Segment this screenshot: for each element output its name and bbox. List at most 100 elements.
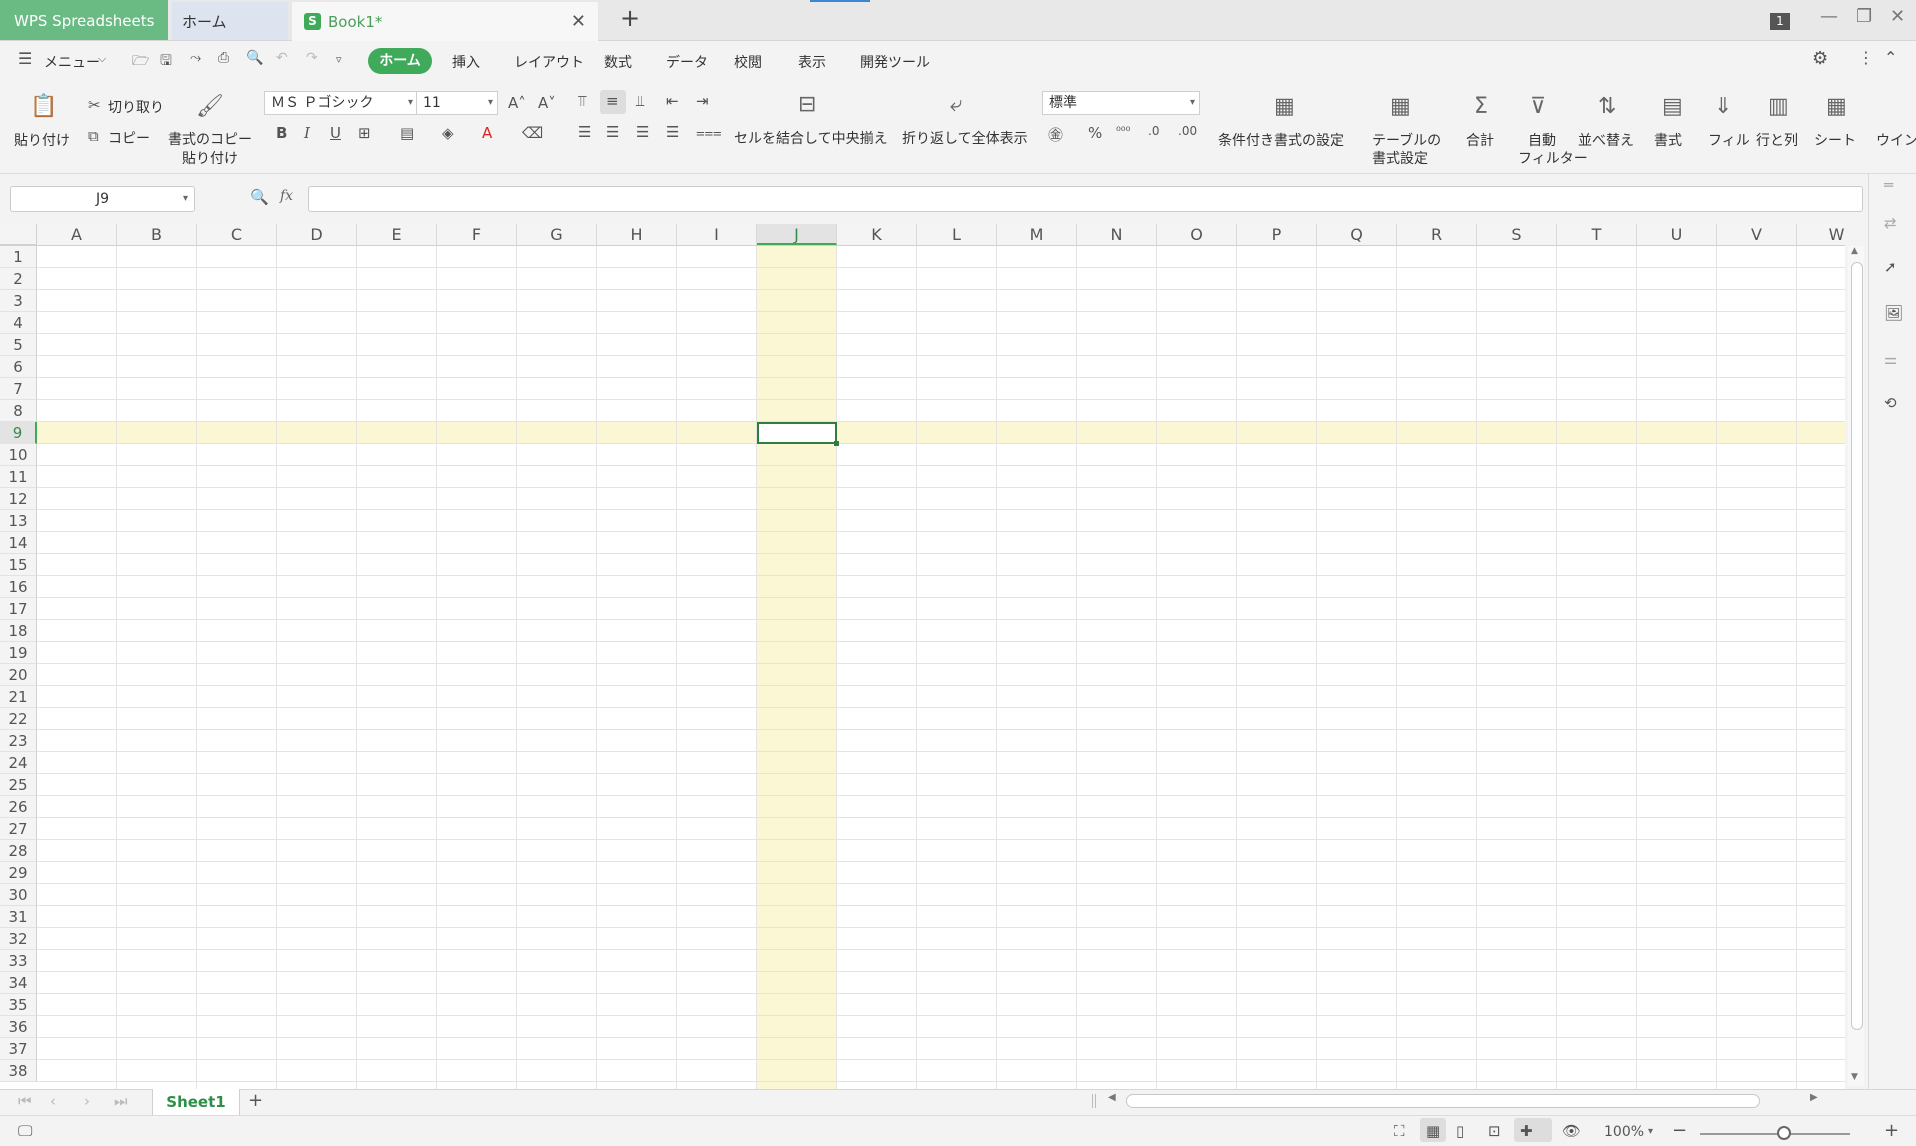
zoom-lookup-icon[interactable]: 🔍 [250, 188, 269, 206]
align-left-icon[interactable]: ☰ [578, 123, 591, 141]
tab-data[interactable]: データ [666, 52, 708, 72]
zoom-slider-knob[interactable] [1777, 1126, 1791, 1140]
select-all-corner[interactable] [0, 224, 37, 245]
horizontal-scroll-thumb[interactable] [1126, 1094, 1760, 1108]
autofilter-label-1[interactable]: 自動 [1528, 130, 1556, 150]
bold-icon[interactable]: B [276, 124, 287, 142]
font-size-combo[interactable]: 11 ▾ [416, 91, 498, 115]
app-tab[interactable]: WPS Spreadsheets [0, 0, 168, 40]
column-header-q[interactable]: Q [1317, 224, 1397, 245]
scroll-down-icon[interactable]: ▼ [1851, 1072, 1858, 1082]
zoom-out-icon[interactable]: − [1672, 1120, 1687, 1141]
column-header-p[interactable]: P [1237, 224, 1317, 245]
normal-view-icon[interactable]: ▦ [1426, 1122, 1440, 1140]
tab-view[interactable]: 表示 [798, 52, 826, 72]
menu-button[interactable]: メニュー [44, 52, 100, 72]
zoom-dropdown-icon[interactable]: ▾ [1648, 1126, 1653, 1137]
column-header-h[interactable]: H [597, 224, 677, 245]
row-header-37[interactable]: 37 [0, 1038, 37, 1060]
conditional-format-button[interactable]: 条件付き書式の設定 [1218, 130, 1344, 150]
column-header-b[interactable]: B [117, 224, 197, 245]
macro-record-icon[interactable]: 🖵 [18, 1122, 32, 1140]
table-format-label-2[interactable]: 書式設定 [1372, 148, 1428, 168]
redo-icon[interactable]: ↷ [306, 50, 318, 66]
row-header-13[interactable]: 13 [0, 510, 37, 532]
row-header-5[interactable]: 5 [0, 334, 37, 356]
row-header-8[interactable]: 8 [0, 400, 37, 422]
row-header-14[interactable]: 14 [0, 532, 37, 554]
row-header-15[interactable]: 15 [0, 554, 37, 576]
sum-button[interactable]: 合計 [1466, 130, 1494, 150]
row-header-27[interactable]: 27 [0, 818, 37, 840]
row-header-21[interactable]: 21 [0, 686, 37, 708]
name-box[interactable]: J9 ▾ [10, 186, 195, 212]
new-tab-button[interactable]: + [620, 4, 640, 32]
sort-button[interactable]: 並べ替え [1578, 130, 1634, 150]
border-icon[interactable]: ⊞ [358, 124, 371, 142]
sum-icon[interactable]: Σ [1474, 94, 1488, 119]
page-layout-icon[interactable]: ▯ [1456, 1122, 1464, 1140]
scroll-right-icon[interactable]: ▶ [1810, 1092, 1818, 1103]
rows-cols-icon[interactable]: ▥ [1768, 94, 1789, 119]
row-header-2[interactable]: 2 [0, 268, 37, 290]
row-header-24[interactable]: 24 [0, 752, 37, 774]
underline-icon[interactable]: U [330, 124, 341, 142]
table-format-label-1[interactable]: テーブルの [1372, 130, 1441, 150]
fx-label[interactable]: fx [280, 188, 293, 204]
copy-button[interactable]: コピー [108, 128, 150, 148]
row-header-4[interactable]: 4 [0, 312, 37, 334]
format-button[interactable]: 書式 [1654, 130, 1682, 150]
tab-home[interactable]: ホーム [368, 48, 432, 74]
settings-gear-icon[interactable]: ⚙ [1812, 48, 1828, 69]
tab-layout[interactable]: レイアウト [514, 52, 584, 72]
scroll-up-icon[interactable]: ▲ [1851, 246, 1858, 256]
adjust-icon[interactable]: ⚌ [1884, 350, 1897, 368]
zoom-in-icon[interactable]: + [1884, 1120, 1899, 1141]
column-header-k[interactable]: K [837, 224, 917, 245]
sheet-tab-sheet1[interactable]: Sheet1 [152, 1089, 240, 1115]
tab-insert[interactable]: 挿入 [452, 52, 480, 72]
eye-protection-icon[interactable]: 👁 [1562, 1122, 1581, 1140]
fullscreen-icon[interactable]: ⛶ [1394, 1122, 1405, 1140]
window-button[interactable]: ウイン [1876, 130, 1916, 150]
sidebar-collapse-icon[interactable]: ═ [1884, 176, 1893, 194]
format-painter-icon[interactable]: 🖌 [196, 94, 224, 119]
column-header-o[interactable]: O [1157, 224, 1237, 245]
column-header-e[interactable]: E [357, 224, 437, 245]
column-header-v[interactable]: V [1717, 224, 1797, 245]
column-header-r[interactable]: R [1397, 224, 1477, 245]
increase-decimal-icon[interactable]: .0 [1148, 124, 1159, 138]
wrap-text-icon[interactable]: ⤶ [950, 92, 962, 117]
reading-mode-icon[interactable]: ✚ [1520, 1122, 1533, 1140]
zoom-slider[interactable] [1700, 1133, 1850, 1135]
copy-icon[interactable]: ⧉ [88, 127, 99, 145]
history-icon[interactable]: ⟲ [1884, 394, 1897, 412]
row-header-30[interactable]: 30 [0, 884, 37, 906]
align-center-icon[interactable]: ☰ [606, 123, 619, 141]
active-cell[interactable] [757, 422, 837, 444]
decrease-indent-icon[interactable]: ⇤ [666, 92, 679, 110]
format-painter-label-1[interactable]: 書式のコピー [168, 129, 252, 149]
fill-icon[interactable]: ⇓ [1714, 94, 1732, 119]
tab-developer[interactable]: 開発ツール [860, 52, 930, 72]
document-tab[interactable]: S Book1* ✕ [292, 2, 598, 41]
hamburger-icon[interactable]: ☰ [18, 49, 32, 68]
table-format-icon[interactable]: ▦ [1390, 94, 1411, 119]
row-header-9[interactable]: 9 [0, 422, 37, 444]
fill-button[interactable]: フィル [1708, 130, 1750, 150]
decrease-decimal-icon[interactable]: .00 [1178, 124, 1197, 138]
undo-icon[interactable]: ↶ [276, 50, 288, 66]
split-handle[interactable] [1092, 1094, 1096, 1108]
align-middle-icon[interactable]: ≡ [606, 92, 619, 110]
row-header-20[interactable]: 20 [0, 664, 37, 686]
sheet-icon[interactable]: ▦ [1826, 94, 1847, 119]
autofilter-label-2[interactable]: フィルター [1518, 148, 1588, 168]
increase-indent-icon[interactable]: ⇥ [696, 92, 709, 110]
column-header-m[interactable]: M [997, 224, 1077, 245]
row-header-28[interactable]: 28 [0, 840, 37, 862]
wrap-text-button[interactable]: 折り返して全体表示 [902, 128, 1028, 148]
row-header-32[interactable]: 32 [0, 928, 37, 950]
first-sheet-icon[interactable]: ⏮ [18, 1092, 32, 1110]
column-header-u[interactable]: U [1637, 224, 1717, 245]
notification-badge[interactable]: 1 [1770, 13, 1790, 30]
